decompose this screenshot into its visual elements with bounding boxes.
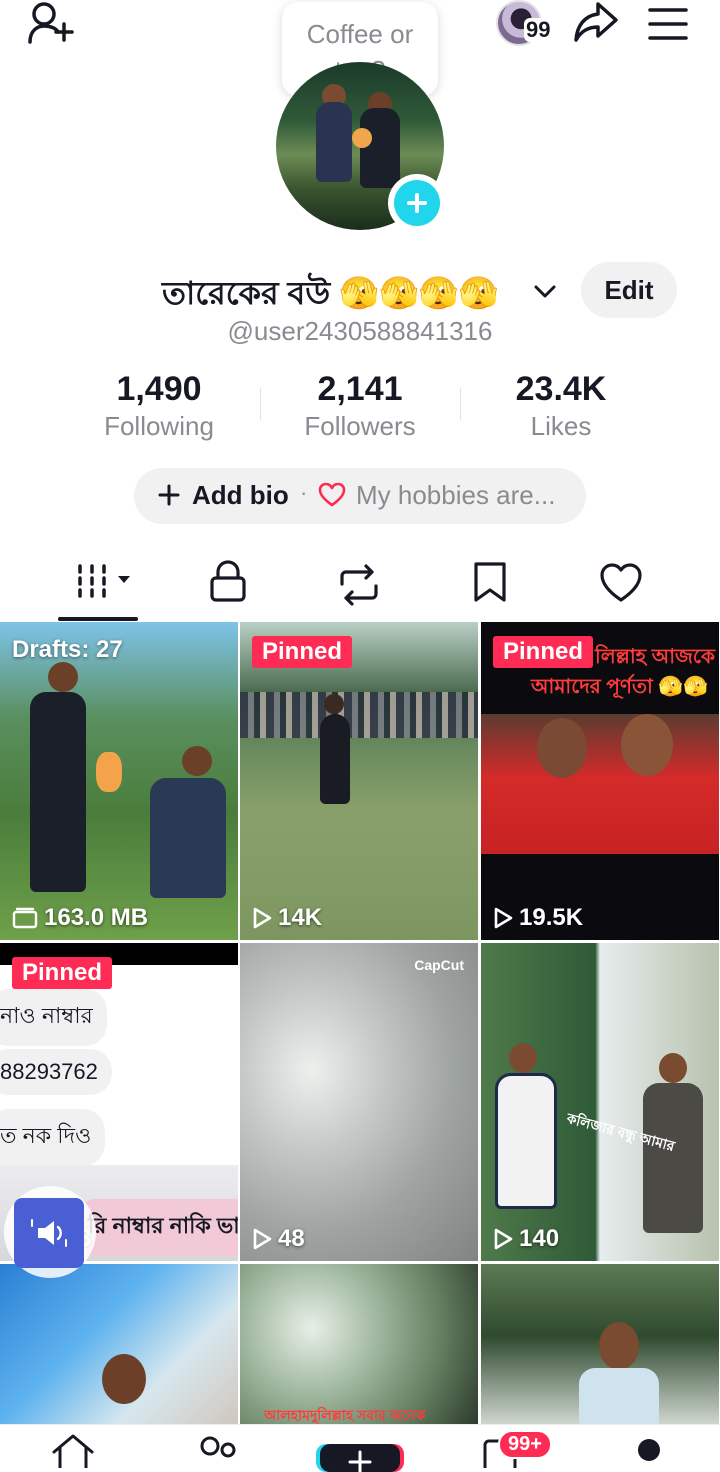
add-story-icon[interactable] [388, 174, 446, 232]
video-tile[interactable]: Pinned 14K [240, 622, 478, 940]
drafts-badge: Drafts: 27 [12, 636, 123, 663]
video-tile[interactable]: কলিজার বন্ধু আমার 140 [481, 943, 719, 1261]
story-count: 99 [524, 17, 553, 42]
profile-icon[interactable] [632, 1438, 666, 1468]
play-icon [494, 907, 513, 929]
bio-separator: · [300, 480, 308, 505]
video-caption: 19.5K [493, 904, 583, 932]
play-icon [494, 1228, 513, 1250]
following-label: Following [104, 411, 214, 441]
add-bio-label: Add bio [192, 480, 289, 510]
following-count: 1,490 [116, 370, 202, 408]
chevron-down-icon[interactable] [532, 278, 558, 304]
share-icon[interactable] [572, 0, 620, 46]
pinned-badge: Pinned [493, 636, 594, 668]
repost-icon [340, 564, 378, 606]
likes-count: 23.4K [515, 370, 607, 408]
tab-reposts[interactable] [336, 556, 382, 616]
menu-icon[interactable] [646, 4, 690, 44]
likes-label: Likes [530, 411, 592, 441]
active-tab-indicator [58, 617, 138, 621]
view-count: 14K [278, 904, 323, 931]
chat-text: নাও নাম্বার [0, 989, 107, 1046]
volume-button[interactable] [14, 1198, 84, 1268]
video-tile-drafts[interactable]: Drafts: 27 163.0 MB [0, 622, 238, 940]
followers-count: 2,141 [317, 370, 403, 408]
followers-label: Followers [304, 411, 416, 441]
home-icon[interactable] [48, 1432, 98, 1468]
stat-following[interactable]: 1,490 Following [59, 368, 259, 442]
video-caption: 14K [252, 904, 322, 932]
stat-followers[interactable]: 2,141 Followers [260, 368, 460, 442]
video-tile[interactable]: লিল্লাহ আজকে আমাদের পূর্ণতা 🫣🫣 Pinned 19… [481, 622, 719, 940]
add-friend-icon[interactable] [26, 0, 78, 46]
capcut-watermark: CapCut [414, 957, 464, 973]
tab-favorites[interactable] [472, 556, 508, 616]
friends-icon[interactable] [196, 1436, 240, 1468]
video-tile[interactable] [0, 1264, 238, 1424]
video-tile[interactable] [481, 1264, 719, 1424]
profile-handle: @user2430588841316 [227, 316, 493, 346]
tab-videos[interactable] [74, 556, 138, 616]
pinned-badge: Pinned [252, 636, 353, 668]
play-icon [253, 1228, 272, 1250]
video-tile[interactable]: CapCut 48 [240, 943, 478, 1261]
pinned-badge: Pinned [12, 957, 113, 989]
chat-text: ত নক দিও [0, 1109, 106, 1166]
edit-profile-button[interactable]: Edit [581, 262, 677, 318]
heart-icon [600, 563, 642, 602]
video-overlay-text: আলহামদুলিল্লাহ সবার অনেক [264, 1407, 426, 1423]
view-count: 48 [278, 1225, 305, 1252]
video-caption: 140 [493, 1225, 559, 1253]
view-count: 140 [519, 1225, 560, 1252]
tab-private[interactable] [206, 556, 250, 616]
plus-icon [348, 1450, 372, 1472]
inbox-badge: 99+ [498, 1430, 552, 1459]
video-overlay-text: আমাদের পূর্ণতা 🫣🫣 [531, 676, 709, 698]
plus-icon [158, 484, 180, 506]
video-tile[interactable]: আলহামদুলিল্লাহ সবার অনেক [240, 1264, 478, 1424]
chat-text: 88293762 [0, 1049, 112, 1095]
profile-name: তারেকের বউ 🫣🫣🫣🫣 [162, 275, 499, 311]
video-caption: 163.0 MB [12, 904, 148, 932]
heart-outline-icon [318, 482, 346, 508]
stat-likes[interactable]: 23.4K Likes [461, 368, 661, 442]
bio-hint: My hobbies are... [356, 480, 556, 510]
story-viewers[interactable]: 99 [496, 0, 560, 46]
draft-size: 163.0 MB [44, 904, 149, 931]
play-icon [253, 907, 272, 929]
create-button[interactable] [316, 1444, 404, 1472]
drafts-icon [12, 907, 38, 929]
bookmark-icon [474, 562, 506, 602]
video-caption: 48 [252, 1225, 305, 1253]
tooltip-line-1: Coffee or [306, 19, 414, 49]
tab-liked[interactable] [598, 556, 644, 616]
chat-text: রি নাম্বার নাকি ভাই [74, 1199, 238, 1256]
view-count: 19.5K [519, 904, 584, 931]
lock-icon [210, 560, 246, 602]
video-overlay-text: লিল্লাহ আজকে [595, 646, 715, 668]
speaker-icon [31, 1219, 67, 1247]
